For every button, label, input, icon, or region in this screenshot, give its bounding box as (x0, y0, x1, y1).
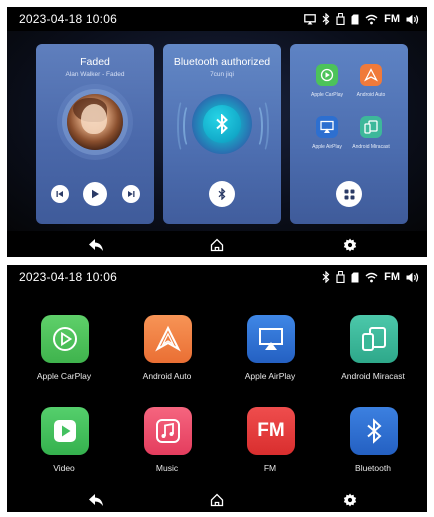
carplay-icon[interactable] (41, 315, 89, 363)
miracast-mini-button[interactable] (360, 116, 382, 138)
android-auto-mini-button[interactable] (360, 64, 382, 86)
app-fm[interactable]: FM FM (222, 407, 318, 487)
home-button[interactable] (208, 491, 226, 509)
video-icon[interactable] (41, 407, 89, 455)
status-datetime: 2023-04-18 10:06 (19, 12, 117, 26)
head-unit-screen-app-launcher: 2023-04-18 10:06 FM Apple CarPlay Androi… (7, 265, 427, 512)
bluetooth-icon (322, 12, 330, 26)
bluetooth-icon (322, 270, 330, 284)
song-title: Faded (80, 56, 110, 68)
sd-card-icon (351, 270, 359, 284)
album-art (67, 94, 123, 150)
bluetooth-large-icon (203, 105, 241, 143)
home-icon (210, 238, 224, 252)
android-auto-icon (364, 68, 378, 82)
app-airplay[interactable]: Apple AirPlay (222, 315, 318, 395)
volume-icon (406, 12, 419, 26)
bluetooth-status-title: Bluetooth authorized (173, 56, 271, 68)
fm-icon: FM (384, 13, 400, 25)
fm-radio-icon[interactable]: FM (247, 407, 295, 455)
bluetooth-card[interactable]: Bluetooth authorized 7cun jiqi (163, 44, 281, 224)
music-icon[interactable] (144, 407, 192, 455)
airplay-icon[interactable] (247, 315, 295, 363)
app-label: Bluetooth (355, 463, 391, 473)
settings-icon (343, 238, 357, 252)
app-bluetooth[interactable]: Bluetooth (325, 407, 421, 487)
app-label: Apple CarPlay (36, 371, 92, 381)
status-icons: FM (322, 269, 419, 285)
status-icons: FM (304, 11, 419, 27)
bluetooth-app-icon[interactable] (350, 407, 398, 455)
settings-icon (343, 493, 357, 507)
app-miracast[interactable]: Android Miracast (325, 315, 421, 395)
media-card[interactable]: Faded Alan Walker - Faded (36, 44, 154, 224)
app-label: Android Miracast (341, 371, 405, 381)
connectivity-card[interactable]: Apple CarPlay Android Auto Apple AirPlay… (290, 44, 408, 224)
app-carplay[interactable]: Apple CarPlay (16, 315, 112, 395)
bluetooth-icon (218, 188, 226, 200)
usb-icon (336, 270, 345, 284)
sd-card-icon (351, 12, 359, 26)
miracast-mini-label: Android Miracast (352, 144, 390, 150)
bluetooth-device-name: 7cun jiqi (210, 71, 234, 78)
back-icon (89, 494, 103, 506)
status-bar: 2023-04-18 10:06 FM (7, 265, 427, 289)
back-button[interactable] (87, 236, 105, 254)
previous-button[interactable] (51, 185, 69, 203)
settings-button[interactable] (341, 491, 359, 509)
app-label: Video (53, 463, 75, 473)
carplay-icon (320, 68, 334, 82)
signal-arc (257, 99, 269, 153)
play-button[interactable] (83, 182, 107, 206)
app-music[interactable]: Music (119, 407, 215, 487)
app-label: Android Auto (142, 371, 192, 381)
previous-icon (56, 191, 63, 197)
wifi-icon (365, 270, 378, 284)
bluetooth-button[interactable] (209, 181, 235, 207)
home-icon (210, 493, 224, 507)
app-label: Music (155, 463, 179, 473)
navigation-bar (7, 233, 427, 257)
status-datetime: 2023-04-18 10:06 (19, 270, 117, 284)
back-button[interactable] (87, 491, 105, 509)
carplay-mini-button[interactable] (316, 64, 338, 86)
song-artist: Alan Walker - Faded (65, 71, 125, 78)
android-auto-mini-label: Android Auto (356, 92, 386, 98)
play-icon (92, 189, 99, 199)
status-bar: 2023-04-18 10:06 FM (7, 7, 427, 31)
navigation-bar (7, 488, 427, 512)
all-apps-button[interactable] (336, 181, 362, 207)
volume-icon (406, 270, 419, 284)
head-unit-screen-dashboard: 2023-04-18 10:06 FM Faded Alan Walker - … (7, 7, 427, 257)
app-label: Apple AirPlay (244, 371, 296, 381)
screen-mirror-icon (304, 12, 316, 26)
wifi-icon (365, 12, 378, 26)
usb-icon (336, 12, 345, 26)
airplay-icon (320, 120, 334, 133)
home-button[interactable] (208, 236, 226, 254)
grid-icon (344, 189, 354, 199)
app-video[interactable]: Video (16, 407, 112, 487)
fm-icon: FM (384, 271, 400, 283)
android-auto-icon[interactable] (144, 315, 192, 363)
miracast-icon (364, 120, 378, 134)
next-button[interactable] (122, 185, 140, 203)
miracast-icon[interactable] (350, 315, 398, 363)
app-label: FM (263, 463, 277, 473)
next-icon (128, 191, 135, 197)
fm-glyph: FM (257, 420, 285, 441)
airplay-mini-button[interactable] (316, 116, 338, 138)
back-icon (89, 239, 103, 251)
settings-button[interactable] (341, 236, 359, 254)
app-android-auto[interactable]: Android Auto (119, 315, 215, 395)
